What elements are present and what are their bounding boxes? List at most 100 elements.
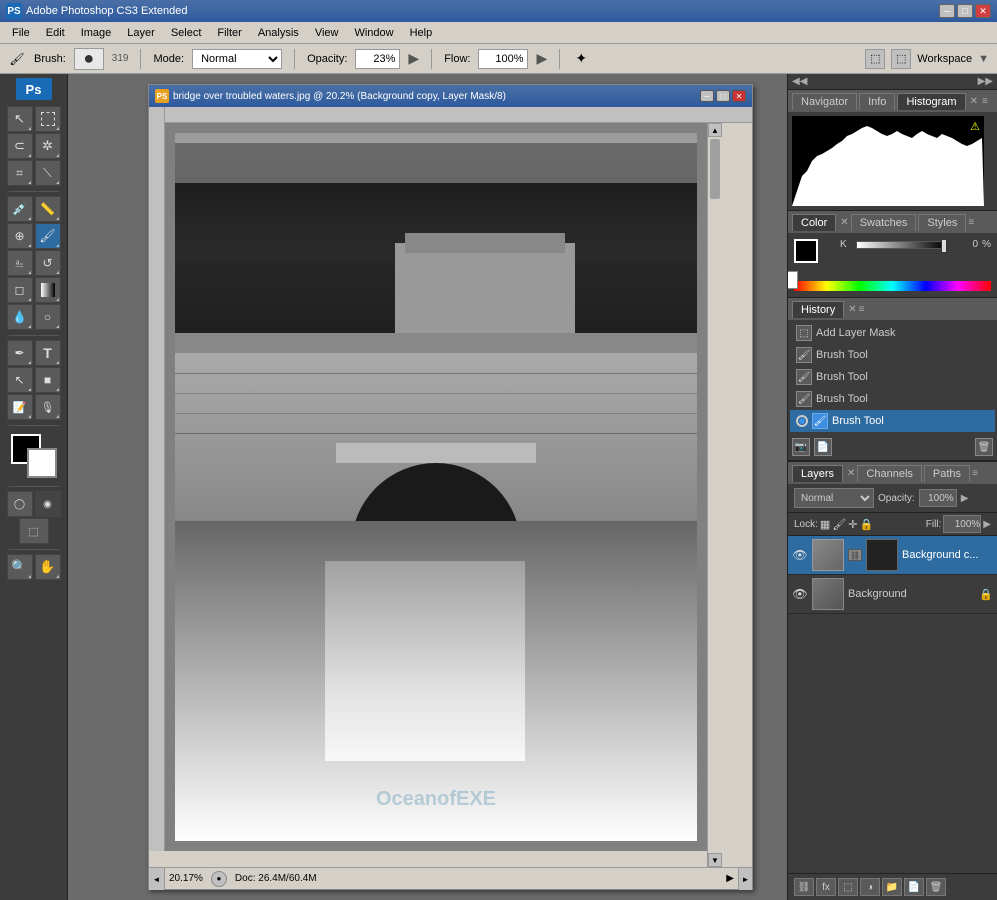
flow-input[interactable] — [478, 49, 528, 69]
opacity-arrow[interactable]: ▶ — [408, 50, 419, 67]
flow-arrow[interactable]: ▶ — [536, 50, 547, 67]
scroll-thumb-v[interactable] — [710, 139, 720, 199]
magic-wand-tool[interactable]: ✲ — [35, 133, 61, 159]
brush-tool[interactable]: 🖌 — [35, 223, 61, 249]
adjustment-layer-btn[interactable]: ◑ — [860, 878, 880, 896]
k-slider[interactable] — [856, 241, 946, 249]
history-tab[interactable]: History — [792, 301, 844, 318]
doc-maximize-button[interactable]: □ — [716, 90, 730, 102]
scroll-right-area[interactable]: ▶ — [726, 873, 734, 884]
lock-position-icon[interactable]: ✛ — [848, 518, 857, 531]
doc-close-button[interactable]: ✕ — [732, 90, 746, 102]
slice-tool[interactable]: ⟍ — [35, 160, 61, 186]
history-brush-tool[interactable]: ↺ — [35, 250, 61, 276]
new-layer-btn[interactable]: 📄 — [904, 878, 924, 896]
workspace-arrow[interactable]: ▼ — [978, 53, 989, 65]
notes-tool[interactable]: 📝 — [7, 394, 33, 420]
layer-style-btn[interactable]: fx — [816, 878, 836, 896]
audio-tool[interactable]: 🎙 — [35, 394, 61, 420]
create-document-btn[interactable]: 📄 — [814, 438, 832, 456]
panel-toggle-1[interactable]: ⬚ — [865, 49, 885, 69]
collapse-right-icon[interactable]: ▶▶ — [978, 76, 993, 87]
menu-layer[interactable]: Layer — [119, 25, 163, 41]
menu-select[interactable]: Select — [163, 25, 210, 41]
panel-toggle-2[interactable]: ⬚ — [891, 49, 911, 69]
navigator-tab[interactable]: Navigator — [792, 93, 857, 110]
measure-tool[interactable]: 📏 — [35, 196, 61, 222]
marquee-tool[interactable] — [35, 106, 61, 132]
history-item-0[interactable]: ⬚ Add Layer Mask — [790, 322, 995, 344]
layer-mask-btn[interactable]: ⬚ — [838, 878, 858, 896]
background-color[interactable] — [27, 448, 57, 478]
menu-view[interactable]: View — [307, 25, 347, 41]
info-tab[interactable]: Info — [859, 93, 895, 110]
menu-window[interactable]: Window — [346, 25, 401, 41]
channels-tab[interactable]: Channels — [857, 465, 921, 482]
dodge-tool[interactable]: ○ — [35, 304, 61, 330]
k-slider-thumb[interactable] — [941, 239, 947, 253]
background-swatch[interactable] — [787, 271, 798, 289]
collapse-left-icon[interactable]: ◀◀ — [792, 76, 807, 87]
group-btn[interactable]: 📁 — [882, 878, 902, 896]
lock-transparency-icon[interactable]: ▦ — [820, 518, 830, 531]
layers-tab[interactable]: Layers — [792, 465, 843, 482]
menu-analysis[interactable]: Analysis — [250, 25, 307, 41]
brush-preview[interactable]: ● — [74, 48, 104, 70]
color-options-icon[interactable]: ≡ — [968, 217, 974, 228]
scroll-right-btn[interactable]: ► — [738, 868, 752, 890]
swatches-tab[interactable]: Swatches — [851, 214, 917, 231]
scroll-down-btn[interactable]: ▼ — [708, 853, 722, 867]
scroll-up-btn[interactable]: ▲ — [708, 123, 722, 137]
history-item-2[interactable]: 🖌 Brush Tool — [790, 366, 995, 388]
menu-image[interactable]: Image — [73, 25, 120, 41]
history-item-4[interactable]: 🖌 Brush Tool — [790, 410, 995, 432]
shape-tool[interactable]: ■ — [35, 367, 61, 393]
color-tab[interactable]: Color — [792, 214, 836, 231]
histogram-options-icon[interactable]: ≡ — [982, 96, 988, 107]
screen-mode[interactable]: ⬚ — [19, 518, 49, 544]
scroll-left-btn[interactable]: ◄ — [149, 868, 165, 890]
zoom-tool[interactable]: 🔍 — [7, 554, 33, 580]
pen-tool[interactable]: ✒ — [7, 340, 33, 366]
quick-mask-off[interactable]: ◯ — [7, 491, 33, 517]
fill-input[interactable] — [943, 515, 981, 533]
link-layers-btn[interactable]: ⛓ — [794, 878, 814, 896]
blur-tool[interactable]: 💧 — [7, 304, 33, 330]
menu-help[interactable]: Help — [402, 25, 441, 41]
history-item-1[interactable]: 🖌 Brush Tool — [790, 344, 995, 366]
history-options-icon[interactable]: ≡ — [859, 304, 865, 315]
menu-file[interactable]: File — [4, 25, 38, 41]
histogram-tab[interactable]: Histogram — [897, 93, 965, 110]
layers-close-icon[interactable]: ✕ — [847, 468, 855, 479]
lock-all-icon[interactable]: 🔒 — [860, 518, 874, 531]
fill-arrow[interactable]: ▶ — [983, 519, 991, 530]
history-close-icon[interactable]: ✕ — [848, 304, 856, 315]
layers-options-icon[interactable]: ≡ — [972, 468, 978, 479]
clone-stamp-tool[interactable]: ⎁ — [7, 250, 33, 276]
layer-row-0[interactable]: 👁 ⛓ Background c... — [788, 536, 997, 575]
eraser-tool[interactable]: ◻ — [7, 277, 33, 303]
layer-link-0[interactable]: ⛓ — [848, 549, 862, 561]
minimize-button[interactable]: ─ — [939, 4, 955, 18]
styles-tab[interactable]: Styles — [918, 214, 966, 231]
v-scrollbar[interactable]: ▲ ▼ — [707, 123, 721, 867]
airbrush-icon[interactable]: ✦ — [572, 50, 590, 68]
path-select-tool[interactable]: ↖ — [7, 367, 33, 393]
layer-visibility-1[interactable]: 👁 — [792, 586, 808, 602]
menu-filter[interactable]: Filter — [209, 25, 249, 41]
foreground-swatch[interactable] — [794, 239, 818, 263]
color-spectrum[interactable] — [794, 281, 991, 291]
gradient-tool[interactable] — [35, 277, 61, 303]
close-button[interactable]: ✕ — [975, 4, 991, 18]
blend-mode-select[interactable]: Normal — [794, 488, 874, 508]
crop-tool[interactable]: ⌗ — [7, 160, 33, 186]
delete-history-btn[interactable]: 🗑 — [975, 438, 993, 456]
eyedropper-tool[interactable]: 💉 — [7, 196, 33, 222]
hand-tool[interactable]: ✋ — [35, 554, 61, 580]
type-tool[interactable]: T — [35, 340, 61, 366]
color-close-icon[interactable]: ✕ — [840, 217, 848, 228]
opacity-input[interactable] — [919, 489, 957, 507]
histogram-close-icon[interactable]: ✕ — [970, 96, 978, 107]
lasso-tool[interactable]: ⊂ — [7, 133, 33, 159]
paths-tab[interactable]: Paths — [924, 465, 970, 482]
